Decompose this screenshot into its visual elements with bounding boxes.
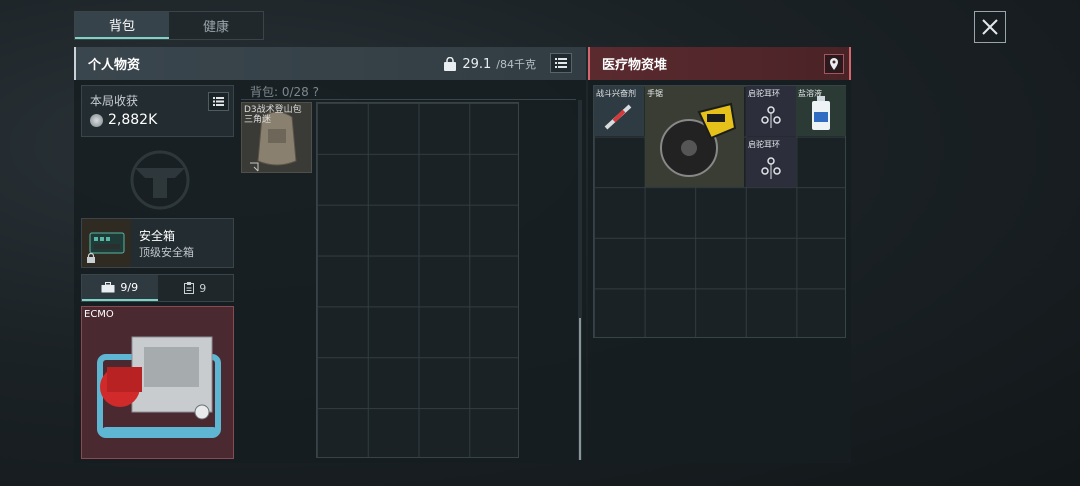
- medical-supply-header: 医疗物资堆: [588, 47, 851, 80]
- safe-box-name: 安全箱: [139, 229, 176, 243]
- scrollbar-thumb[interactable]: [579, 318, 581, 460]
- safe-box-subtitle: 顶级安全箱: [139, 246, 194, 259]
- map-pin-icon: [830, 58, 838, 70]
- weight-max: /84千克: [496, 58, 536, 71]
- saline-bottle-icon: [812, 96, 830, 130]
- tab-backpack[interactable]: 背包: [75, 12, 169, 39]
- ecmo-label: ECMO: [84, 309, 114, 320]
- backpack-grid[interactable]: [316, 102, 519, 458]
- sort-list-button[interactable]: [550, 53, 572, 73]
- med-item-saline[interactable]: 盐溶液: [796, 86, 846, 136]
- faction-emblem-icon: [130, 150, 190, 210]
- clipboard-icon: [184, 282, 195, 294]
- weight-icon: [444, 56, 457, 71]
- weight-display: 29.1/84千克: [443, 56, 536, 72]
- med-item-label: 战斗兴奋剂: [596, 89, 636, 98]
- med-item-label: 启驼耳环: [748, 89, 780, 98]
- ecmo-item[interactable]: [81, 306, 234, 459]
- top-tabs: 背包 健康: [74, 11, 264, 40]
- lock-icon: [87, 253, 95, 263]
- location-pin-button[interactable]: [824, 54, 844, 74]
- briefcase-icon: [101, 281, 115, 292]
- med-item-earring-2[interactable]: 启驼耳环: [746, 137, 796, 187]
- income-value: 2,882K: [108, 112, 158, 128]
- earring-icon: [761, 106, 781, 128]
- tab-health[interactable]: 健康: [169, 12, 263, 39]
- medical-panel-title: 医疗物资堆: [602, 58, 668, 73]
- income-list-button[interactable]: [208, 92, 229, 111]
- container-subtabs: 9/9 9: [81, 274, 234, 302]
- ecmo-machine-icon: [97, 336, 221, 438]
- syringe-icon: [604, 104, 632, 130]
- med-item-hand-saw[interactable]: 手锯: [645, 86, 744, 187]
- list-icon: [555, 58, 567, 68]
- circular-saw-icon: [660, 102, 737, 177]
- safe-box-image: [82, 219, 131, 267]
- income-value-row: 2,882K: [90, 112, 225, 128]
- tab-checklist[interactable]: 9: [158, 275, 234, 301]
- backpack-capacity-header: 背包: 0/28 ?: [241, 83, 576, 100]
- backpack-item-label: D3战术登山包 三角迷: [244, 105, 302, 125]
- tab-safe-container[interactable]: 9/9: [82, 275, 158, 301]
- earring-icon: [761, 157, 781, 179]
- income-label: 本局收获: [90, 94, 139, 108]
- med-item-stimulant[interactable]: 战斗兴奋剂: [594, 86, 644, 136]
- close-icon: [982, 19, 998, 35]
- list-icon: [213, 97, 224, 106]
- personal-supplies-header: 个人物资 29.1/84千克: [74, 47, 586, 80]
- coin-icon: [90, 113, 103, 127]
- panel-title: 个人物资: [88, 58, 141, 73]
- med-item-earring-1[interactable]: 启驼耳环: [746, 86, 796, 136]
- close-button[interactable]: [974, 11, 1006, 43]
- weight-current: 29.1: [462, 56, 492, 72]
- tab-safe-count: 9/9: [120, 280, 139, 294]
- med-item-label: 启驼耳环: [748, 140, 780, 149]
- tab-checklist-count: 9: [199, 281, 207, 295]
